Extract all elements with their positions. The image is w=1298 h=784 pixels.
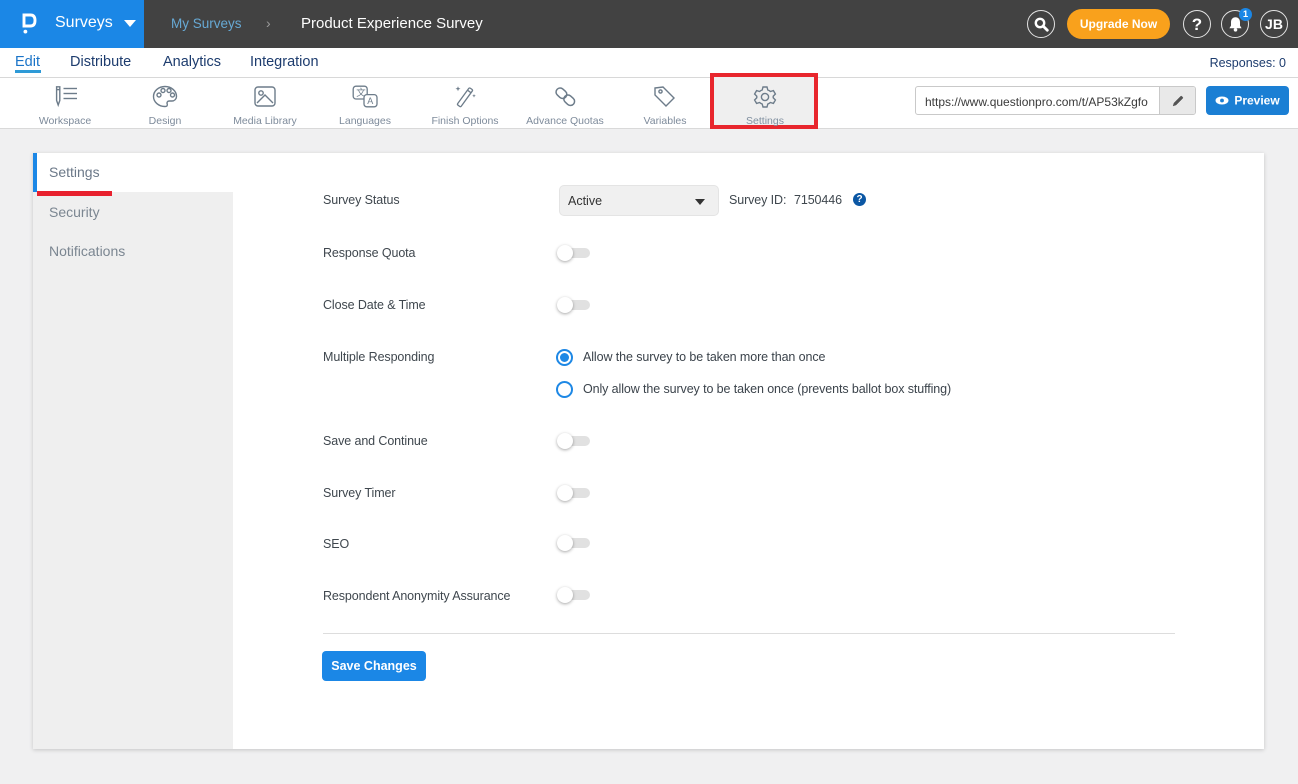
svg-text:A: A	[367, 96, 373, 106]
